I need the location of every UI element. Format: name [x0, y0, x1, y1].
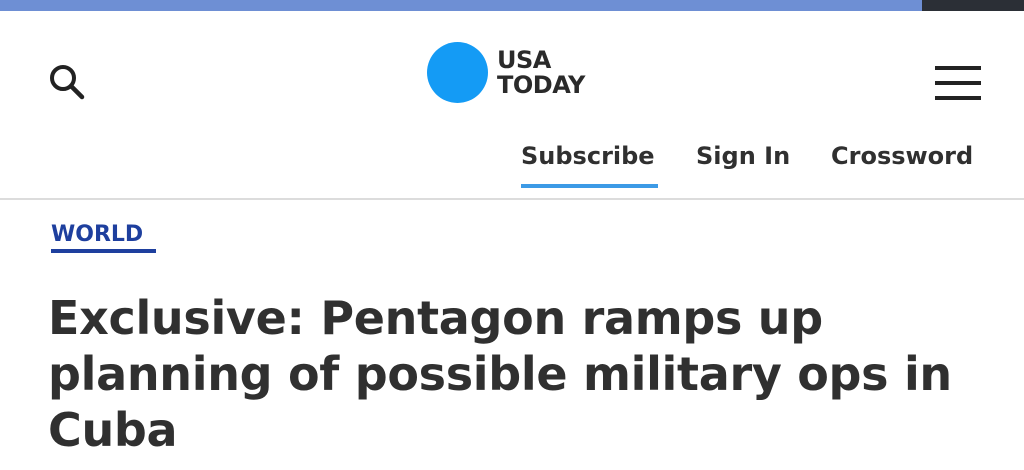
logo-circle	[427, 42, 488, 103]
header-divider	[0, 198, 1024, 200]
page: USA TODAY Subscribe Sign In Crossword WO…	[0, 0, 1024, 470]
usa-today-logo[interactable]: USA TODAY	[427, 42, 585, 103]
hamburger-menu-icon	[935, 66, 981, 100]
section-underline	[51, 249, 156, 253]
header-nav: Subscribe Sign In Crossword	[0, 142, 1024, 188]
menu-button[interactable]	[934, 59, 982, 107]
reading-progress-fill	[0, 0, 922, 11]
article-headline: Exclusive: Pentagon ramps up planning of…	[48, 291, 952, 457]
reading-progress-bar	[0, 0, 1024, 11]
logo-wordmark: USA TODAY	[497, 45, 585, 99]
subscribe-link[interactable]: Subscribe	[521, 142, 655, 170]
crossword-link[interactable]: Crossword	[831, 142, 973, 170]
search-icon	[50, 65, 85, 100]
logo-line-2: TODAY	[497, 70, 585, 99]
section-label-world[interactable]: WORLD	[51, 222, 143, 247]
logo-line-1: USA	[497, 45, 551, 74]
subscribe-underline	[521, 184, 658, 188]
search-button[interactable]	[44, 59, 90, 105]
sign-in-link[interactable]: Sign In	[696, 142, 790, 170]
site-header: USA TODAY Subscribe Sign In Crossword	[0, 11, 1024, 199]
